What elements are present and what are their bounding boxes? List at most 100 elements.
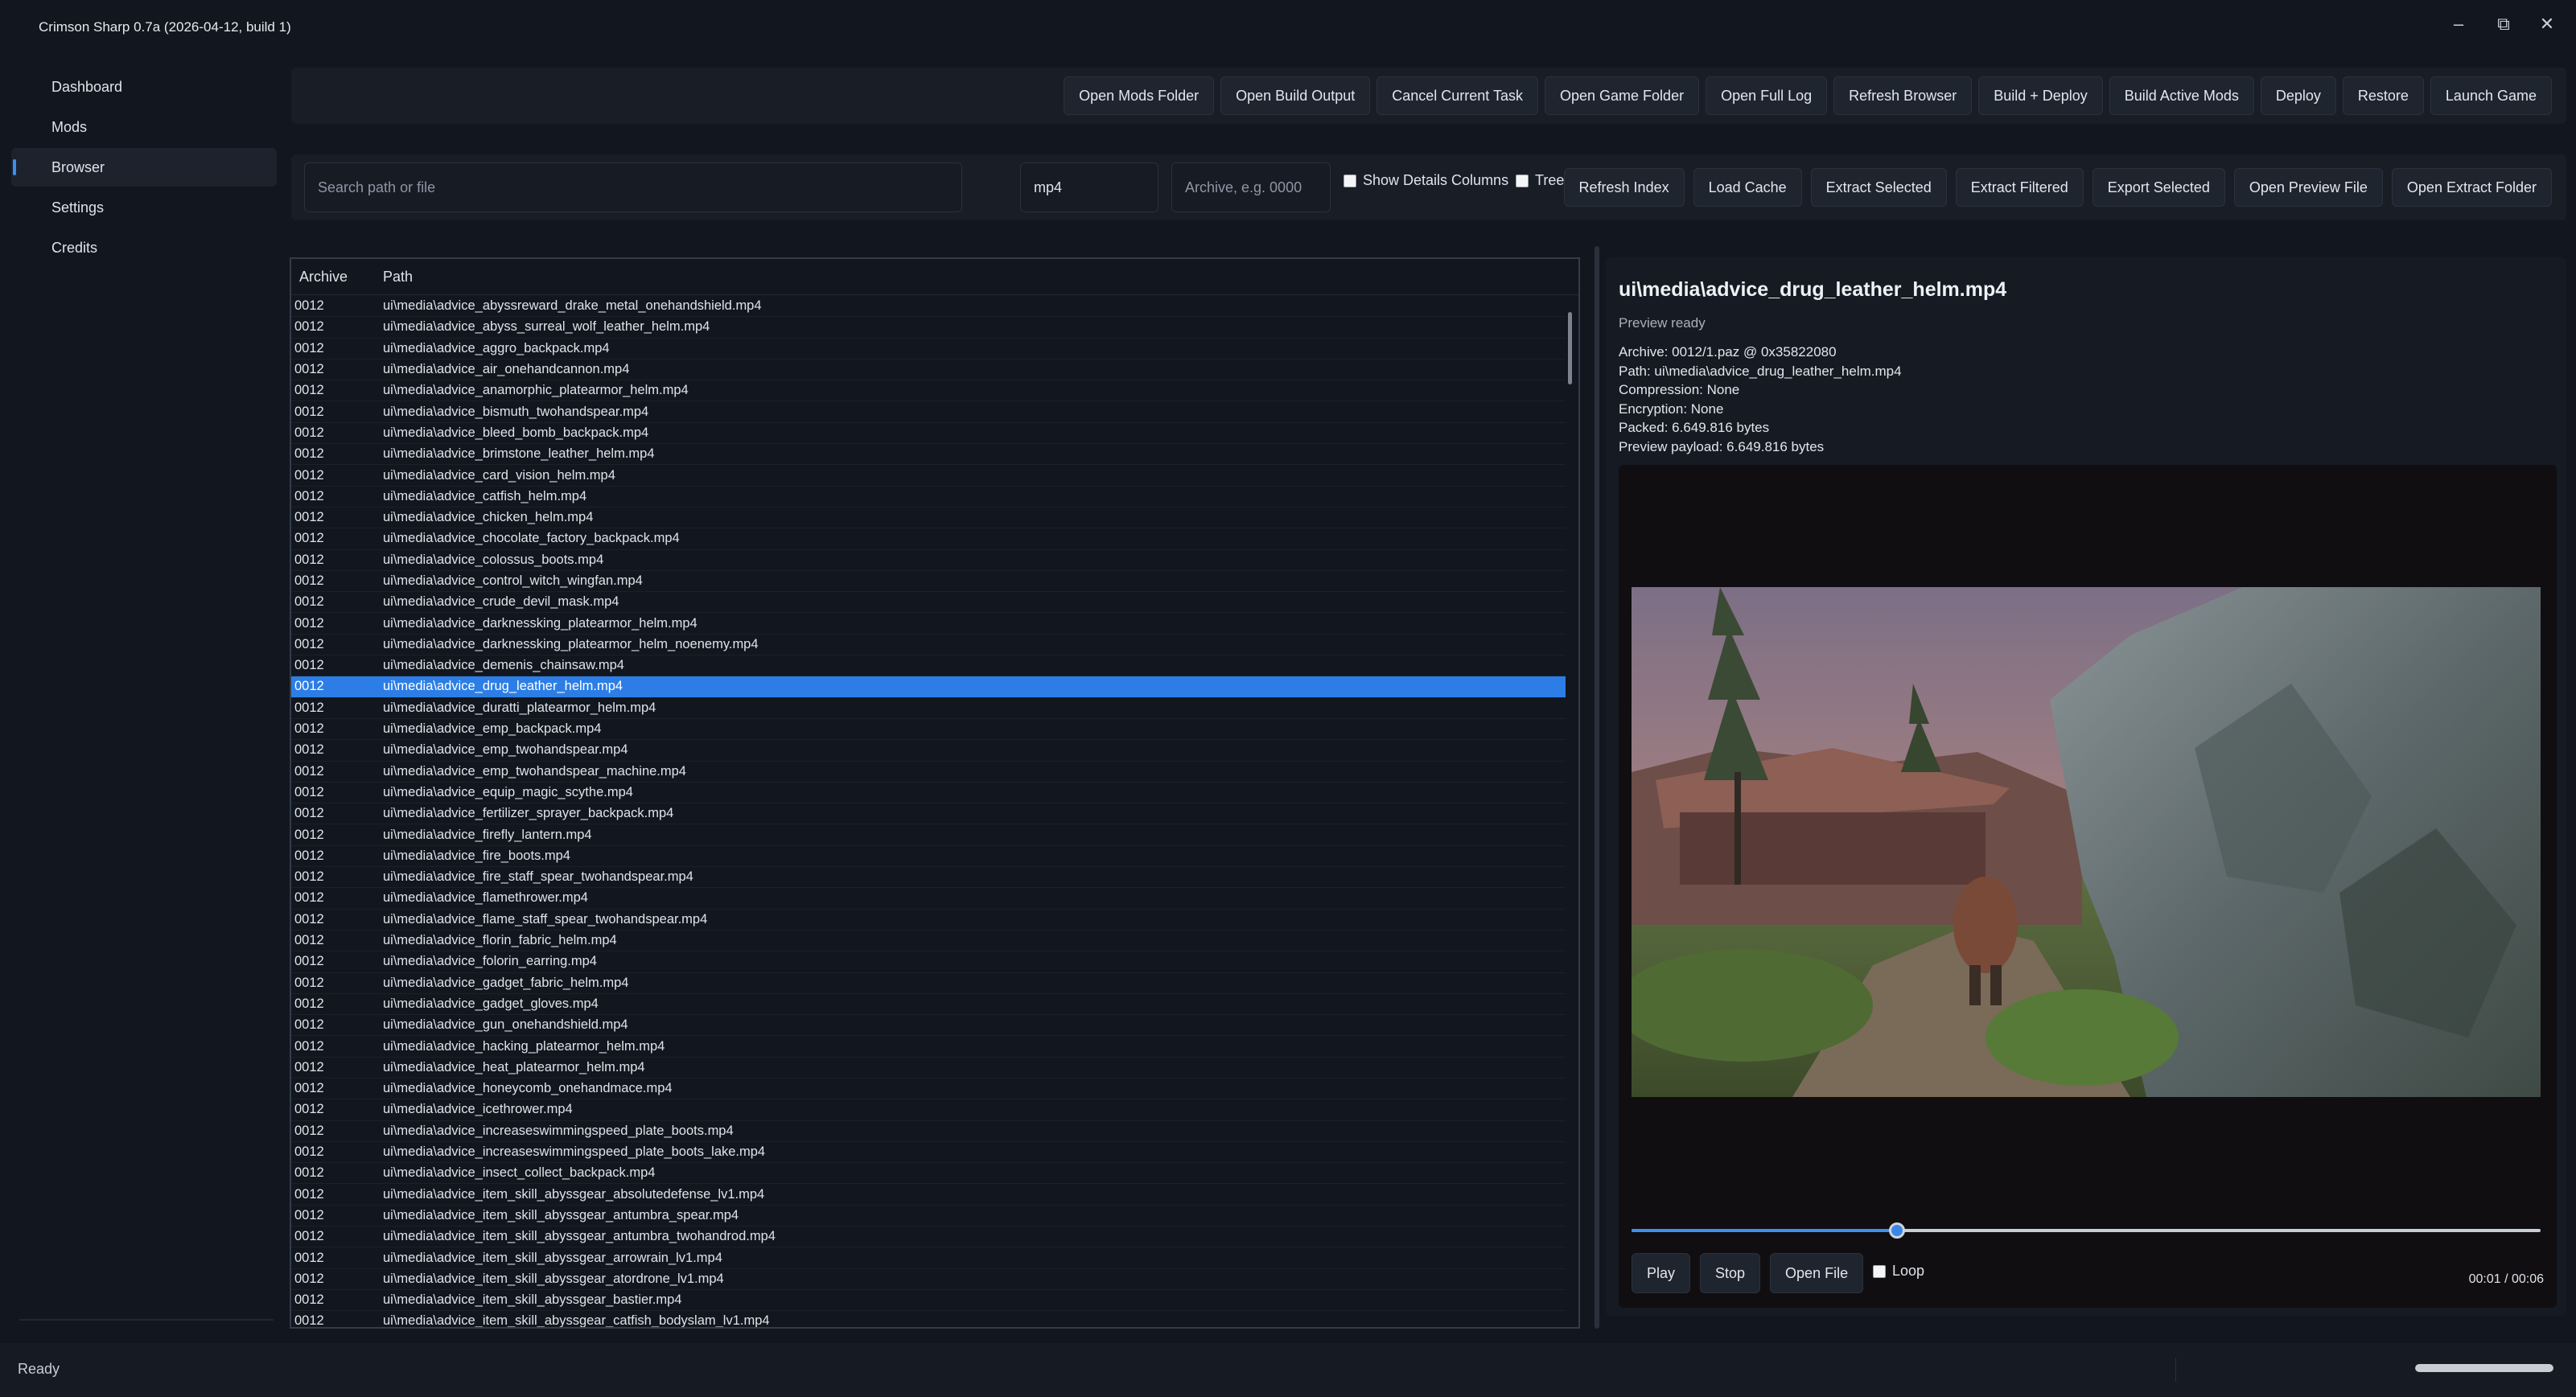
table-row[interactable]: 0012 ui\media\advice_anamorphic_platearmo…: [291, 380, 1566, 402]
table-row[interactable]: 0012 ui\media\advice_demenis_chainsaw.mp4: [291, 655, 1566, 677]
table-row[interactable]: 0012 ui\media\advice_emp_twohandspear.mp4: [291, 740, 1566, 762]
column-header-archive[interactable]: Archive: [291, 269, 383, 286]
open-file-button[interactable]: Open File: [1770, 1253, 1864, 1293]
list-scrollbar[interactable]: [1568, 312, 1572, 384]
table-row[interactable]: 0012 ui\media\advice_item_skill_abyssgear…: [291, 1247, 1566, 1269]
refresh-browser-button[interactable]: Refresh Browser: [1833, 76, 1973, 115]
build-deploy-button[interactable]: Build + Deploy: [1978, 76, 2103, 115]
launch-game-button[interactable]: Launch Game: [2430, 76, 2552, 115]
seek-bar[interactable]: [1632, 1222, 2541, 1239]
table-row[interactable]: 0012 ui\media\advice_gadget_fabric_helm.m…: [291, 973, 1566, 994]
sidebar-item-mods[interactable]: Mods: [11, 108, 277, 146]
refresh-index-button[interactable]: Refresh Index: [1563, 168, 1685, 207]
table-row[interactable]: 0012 ui\media\advice_icethrower.mp4: [291, 1099, 1566, 1121]
extract-selected-button[interactable]: Extract Selected: [1810, 168, 1947, 207]
table-row[interactable]: 0012 ui\media\advice_item_skill_abyssgear…: [291, 1311, 1566, 1327]
table-row[interactable]: 0012 ui\media\advice_aggro_backpack.mp4: [291, 339, 1566, 360]
table-row[interactable]: 0012 ui\media\advice_fertilizer_sprayer_b…: [291, 803, 1566, 825]
table-row[interactable]: 0012 ui\media\advice_item_skill_abyssgear…: [291, 1290, 1566, 1312]
deploy-button[interactable]: Deploy: [2260, 76, 2336, 115]
table-row[interactable]: 0012 ui\media\advice_chocolate_factory_ba…: [291, 528, 1566, 550]
table-row[interactable]: 0012 ui\media\advice_honeycomb_onehandmac…: [291, 1079, 1566, 1100]
table-row[interactable]: 0012 ui\media\advice_gadget_gloves.mp4: [291, 994, 1566, 1016]
cell-path: ui\media\advice_gun_onehandshield.mp4: [383, 1017, 628, 1033]
table-row[interactable]: 0012 ui\media\advice_air_onehandcannon.mp…: [291, 360, 1566, 381]
table-row[interactable]: 0012 ui\media\advice_item_skill_abyssgear…: [291, 1269, 1566, 1290]
file-list[interactable]: Archive Path 0012 ui\media\advice_abyssre…: [290, 257, 1580, 1329]
table-row[interactable]: 0012 ui\media\advice_insect_collect_backp…: [291, 1163, 1566, 1185]
cancel-current-task-button[interactable]: Cancel Current Task: [1376, 76, 1538, 115]
maximize-icon[interactable]: ⧉: [2486, 6, 2521, 42]
table-row[interactable]: 0012 ui\media\advice_card_vision_helm.mp4: [291, 465, 1566, 487]
table-row[interactable]: 0012 ui\media\advice_flamethrower.mp4: [291, 888, 1566, 910]
checkbox-box[interactable]: [1344, 174, 1356, 187]
play-button[interactable]: Play: [1632, 1253, 1691, 1293]
load-cache-button[interactable]: Load Cache: [1693, 168, 1802, 207]
column-header-path[interactable]: Path: [383, 269, 413, 286]
open-full-log-button[interactable]: Open Full Log: [1706, 76, 1828, 115]
table-row[interactable]: 0012 ui\media\advice_colossus_boots.mp4: [291, 550, 1566, 571]
table-row[interactable]: 0012 ui\media\advice_heat_platearmor_helm…: [291, 1058, 1566, 1079]
table-row[interactable]: 0012 ui\media\advice_fire_staff_spear_two…: [291, 867, 1566, 889]
table-row[interactable]: 0012 ui\media\advice_control_witch_wingfa…: [291, 571, 1566, 593]
stop-button[interactable]: Stop: [1700, 1253, 1761, 1293]
table-row[interactable]: 0012 ui\media\advice_emp_backpack.mp4: [291, 719, 1566, 741]
checkbox-box[interactable]: [1516, 174, 1529, 187]
cell-path: ui\media\advice_icethrower.mp4: [383, 1102, 573, 1117]
table-row[interactable]: 0012 ui\media\advice_folorin_earring.mp4: [291, 951, 1566, 973]
video-frame[interactable]: [1632, 587, 2541, 1097]
cell-archive: 0012: [294, 594, 324, 610]
sidebar-item-dashboard[interactable]: Dashboard: [11, 68, 277, 106]
panel-splitter[interactable]: [1595, 246, 1599, 1329]
table-row[interactable]: 0012 ui\media\advice_abyss_surreal_wolf_l…: [291, 317, 1566, 339]
table-row[interactable]: 0012 ui\media\advice_darknessking_platear…: [291, 613, 1566, 635]
show-details-columns-checkbox[interactable]: Show Details Columns: [1344, 172, 1508, 189]
table-row[interactable]: 0012 ui\media\advice_item_skill_abyssgear…: [291, 1206, 1566, 1227]
checkbox-box[interactable]: [1873, 1264, 1886, 1278]
loop-checkbox[interactable]: Loop: [1873, 1263, 1924, 1280]
sidebar-item-credits[interactable]: Credits: [11, 228, 277, 267]
table-row[interactable]: 0012 ui\media\advice_bismuth_twohandspear…: [291, 401, 1566, 423]
archive-filter-input[interactable]: Archive, e.g. 0000: [1171, 162, 1331, 212]
table-row[interactable]: 0012 ui\media\advice_fire_boots.mp4: [291, 846, 1566, 868]
close-icon[interactable]: ✕: [2529, 6, 2565, 42]
table-row[interactable]: 0012 ui\media\advice_increaseswimmingspee…: [291, 1121, 1566, 1142]
cell-archive: 0012: [294, 1059, 324, 1074]
preview-title: ui\media\advice_drug_leather_helm.mp4: [1619, 278, 2007, 301]
table-row[interactable]: 0012 ui\media\advice_duratti_platearmor_h…: [291, 698, 1566, 719]
sidebar-item-settings[interactable]: Settings: [11, 188, 277, 227]
table-row[interactable]: 0012 ui\media\advice_hacking_platearmor_h…: [291, 1036, 1566, 1058]
cell-archive: 0012: [294, 362, 324, 377]
open-game-folder-button[interactable]: Open Game Folder: [1545, 76, 1700, 115]
search-input[interactable]: Search path or file: [304, 162, 962, 212]
table-row[interactable]: 0012 ui\media\advice_drug_leather_helm.mp…: [291, 676, 1566, 698]
sidebar-item-browser[interactable]: Browser: [11, 148, 277, 187]
build-active-mods-button[interactable]: Build Active Mods: [2109, 76, 2254, 115]
table-row[interactable]: 0012 ui\media\advice_firefly_lantern.mp4: [291, 824, 1566, 846]
open-preview-file-button[interactable]: Open Preview File: [2233, 168, 2383, 207]
restore-button[interactable]: Restore: [2342, 76, 2424, 115]
table-row[interactable]: 0012 ui\media\advice_catfish_helm.mp4: [291, 487, 1566, 507]
extension-filter-input[interactable]: mp4: [1020, 162, 1158, 212]
export-selected-button[interactable]: Export Selected: [2092, 168, 2225, 207]
seek-bar-thumb[interactable]: [1888, 1222, 1905, 1239]
table-row[interactable]: 0012 ui\media\advice_increaseswimmingspee…: [291, 1142, 1566, 1164]
table-row[interactable]: 0012 ui\media\advice_item_skill_abyssgear…: [291, 1226, 1566, 1248]
table-row[interactable]: 0012 ui\media\advice_chicken_helm.mp4: [291, 507, 1566, 529]
table-row[interactable]: 0012 ui\media\advice_abyssreward_drake_me…: [291, 296, 1566, 318]
table-row[interactable]: 0012 ui\media\advice_gun_onehandshield.mp…: [291, 1015, 1566, 1037]
table-row[interactable]: 0012 ui\media\advice_brimstone_leather_he…: [291, 444, 1566, 466]
table-row[interactable]: 0012 ui\media\advice_item_skill_abyssgear…: [291, 1184, 1566, 1206]
minimize-icon[interactable]: –: [2441, 6, 2476, 42]
table-row[interactable]: 0012 ui\media\advice_florin_fabric_helm.m…: [291, 931, 1566, 952]
table-row[interactable]: 0012 ui\media\advice_equip_magic_scythe.m…: [291, 783, 1566, 804]
table-row[interactable]: 0012 ui\media\advice_crude_devil_mask.mp4: [291, 592, 1566, 614]
table-row[interactable]: 0012 ui\media\advice_darknessking_platear…: [291, 635, 1566, 656]
table-row[interactable]: 0012 ui\media\advice_emp_twohandspear_mac…: [291, 762, 1566, 783]
open-mods-folder-button[interactable]: Open Mods Folder: [1064, 76, 1215, 115]
open-extract-folder-button[interactable]: Open Extract Folder: [2391, 168, 2552, 207]
extract-filtered-button[interactable]: Extract Filtered: [1955, 168, 2084, 207]
open-build-output-button[interactable]: Open Build Output: [1220, 76, 1371, 115]
table-row[interactable]: 0012 ui\media\advice_flame_staff_spear_tw…: [291, 910, 1566, 931]
table-row[interactable]: 0012 ui\media\advice_bleed_bomb_backpack.…: [291, 423, 1566, 445]
